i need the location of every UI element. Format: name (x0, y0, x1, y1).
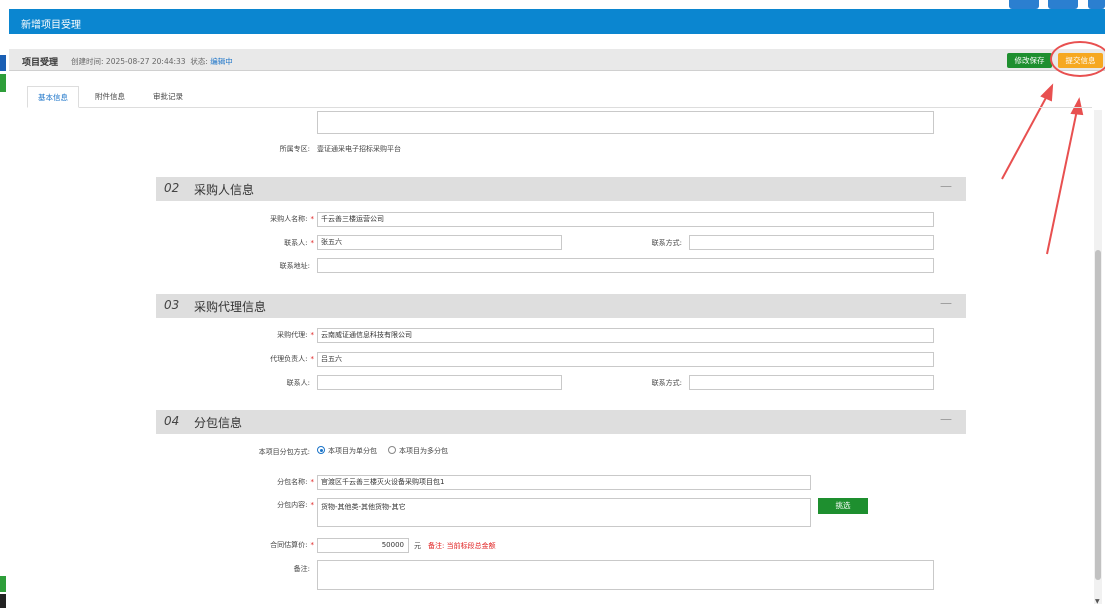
purchaser-address-label: 联系地址: (279, 262, 310, 270)
purchaser-name-label: 采购人名称: * (270, 215, 314, 223)
section-title: 采购人信息 (194, 183, 255, 197)
project-meta: 创建时间: 2025-08-27 20:44:33 状态: 编辑中 (71, 56, 233, 67)
annotation-circle (1050, 41, 1105, 77)
created-value: 2025-08-27 20:44:33 (105, 57, 186, 66)
agency-manager-field[interactable]: 吕五六 (317, 352, 934, 367)
purchaser-contact-field[interactable]: 张五六 (317, 235, 562, 250)
package-content-field[interactable]: 货物-其他类-其他货物-其它 (317, 498, 811, 527)
section-purchaser: 02 采购人信息 — (156, 177, 966, 201)
created-label: 创建时间: (71, 57, 104, 66)
tab-bar: 基本信息 附件信息 审批记录 (27, 86, 1092, 108)
package-mode-label: 本项目分包方式: (258, 448, 310, 456)
zone-label: 所属专区: (279, 145, 310, 153)
left-edge-marker-blue (0, 55, 6, 71)
purchaser-contact-label-text: 联系人: (284, 239, 308, 247)
remark-field[interactable] (317, 560, 934, 590)
dialog-title-bar: 新增项目受理 (9, 9, 1105, 34)
agency-phone-label: 联系方式: (651, 379, 682, 387)
status-value: 编辑中 (210, 57, 233, 66)
status-label: 状态: (190, 57, 208, 66)
price-label-text: 合同估算价: (270, 541, 308, 549)
purchaser-phone-label: 联系方式: (651, 239, 682, 247)
package-name-label: 分包名称: * (277, 478, 314, 486)
tab-basic-info[interactable]: 基本信息 (27, 86, 79, 108)
section-title: 采购代理信息 (194, 300, 267, 314)
dialog-title: 新增项目受理 (21, 20, 81, 31)
section-number: 03 (164, 298, 180, 312)
agency-phone-field[interactable] (689, 375, 934, 390)
window-button-2[interactable] (1048, 0, 1078, 9)
package-mode-single-option[interactable]: 本项目为单分包 (317, 446, 377, 456)
agency-label-text: 采购代理: (277, 331, 308, 339)
radio-multi[interactable] (388, 446, 396, 454)
section-agency: 03 采购代理信息 — (156, 294, 966, 318)
left-edge-marker-green-bottom (0, 576, 6, 592)
agency-contact-field[interactable] (317, 375, 562, 390)
price-note-value: 当前标段总金额 (446, 542, 496, 550)
price-note: 备注: 当前标段总金额 (428, 541, 496, 551)
purchaser-contact-label: 联系人: * (284, 239, 314, 247)
agency-label: 采购代理: * (277, 331, 314, 339)
package-name-label-text: 分包名称: (277, 478, 308, 486)
price-unit: 元 (414, 542, 421, 550)
save-button[interactable]: 修改保存 (1007, 53, 1052, 68)
agency-manager-label: 代理负责人: * (270, 355, 314, 363)
zone-value: 壹证通采电子招标采购平台 (317, 145, 401, 153)
project-header: 项目受理 创建时间: 2025-08-27 20:44:33 状态: 编辑中 (9, 49, 1105, 71)
package-content-label: 分包内容: * (277, 501, 314, 509)
section-package: 04 分包信息 — (156, 410, 966, 434)
project-description-field[interactable] (317, 111, 934, 134)
agency-contact-label: 联系人: (286, 379, 310, 387)
collapse-icon[interactable]: — (940, 179, 952, 193)
package-mode-multi-text: 本项目为多分包 (399, 447, 448, 455)
pick-button[interactable]: 挑选 (818, 498, 868, 514)
section-number: 02 (164, 181, 180, 195)
package-mode-single-text: 本项目为单分包 (328, 447, 377, 455)
left-edge-marker-dark-bottom (0, 594, 6, 608)
purchaser-address-field[interactable] (317, 258, 934, 273)
section-title: 分包信息 (194, 416, 243, 430)
left-edge-marker-green (0, 74, 6, 92)
collapse-icon[interactable]: — (940, 412, 952, 426)
package-mode-multi-option[interactable]: 本项目为多分包 (388, 446, 448, 456)
tab-approval-records[interactable]: 审批记录 (143, 86, 193, 108)
section-number: 04 (164, 414, 180, 428)
price-value: 50000 (381, 541, 404, 549)
radio-single-selected[interactable] (317, 446, 325, 454)
agency-field[interactable]: 云南威证通信息科技有限公司 (317, 328, 934, 343)
package-name-field[interactable]: 官渡区千云善三楼灭火设备采购项目包1 (317, 475, 811, 490)
remark-label: 备注: (293, 565, 310, 573)
price-note-label: 备注: (428, 542, 445, 550)
package-content-label-text: 分包内容: (277, 501, 308, 509)
price-field[interactable]: 50000 (317, 538, 409, 553)
page-title: 项目受理 (22, 58, 59, 68)
agency-manager-label-text: 代理负责人: (270, 355, 308, 363)
price-label: 合同估算价: * (270, 541, 314, 549)
purchaser-name-label-text: 采购人名称: (270, 215, 308, 223)
window-button-1[interactable] (1009, 0, 1039, 9)
window-button-3[interactable] (1088, 0, 1105, 9)
tab-attachments[interactable]: 附件信息 (85, 86, 135, 108)
scroll-down-arrow-icon[interactable]: ▼ (1095, 598, 1100, 605)
scrollbar-thumb[interactable] (1095, 250, 1101, 580)
purchaser-name-field[interactable]: 千云善三楼运营公司 (317, 212, 934, 227)
collapse-icon[interactable]: — (940, 296, 952, 310)
purchaser-phone-field[interactable] (689, 235, 934, 250)
